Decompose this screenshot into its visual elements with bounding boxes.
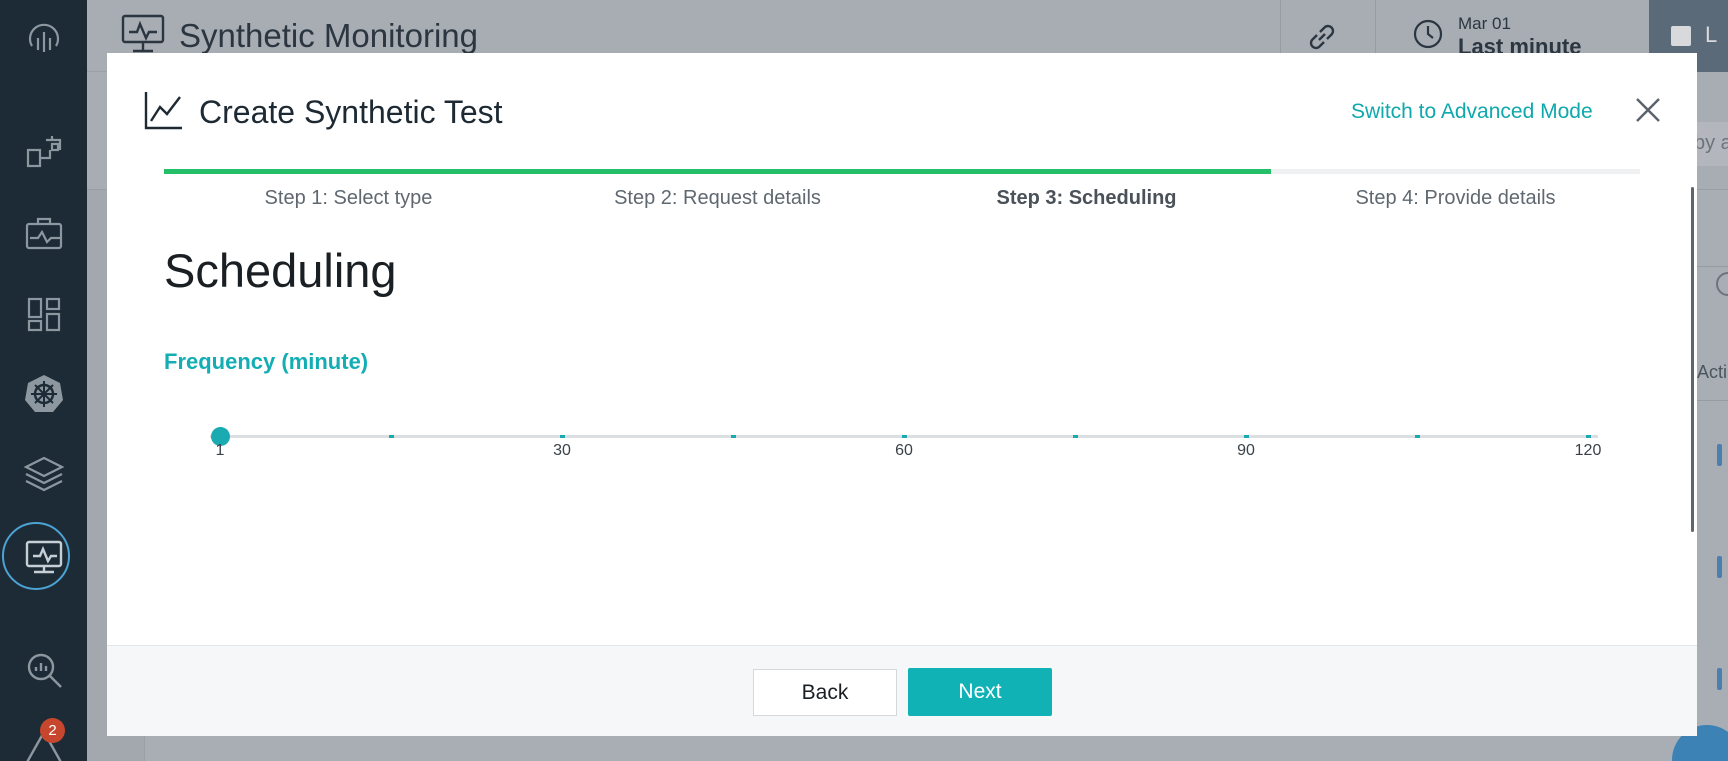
wizard-progress-bar: [164, 169, 1640, 174]
step-4-provide-details[interactable]: Step 4: Provide details: [1271, 187, 1640, 210]
wizard-progress-fill: [164, 169, 1271, 174]
slider-tick: [1586, 435, 1591, 438]
section-title: Scheduling: [164, 244, 397, 297]
app-title: Synthetic Monitoring: [179, 17, 478, 54]
link-icon[interactable]: [1303, 18, 1341, 56]
back-button[interactable]: Back: [753, 669, 897, 716]
applications-icon[interactable]: [0, 284, 87, 344]
table-divider: [1697, 266, 1728, 267]
switch-to-advanced-mode-link[interactable]: Switch to Advanced Mode: [1351, 100, 1593, 124]
logo-icon[interactable]: [0, 8, 87, 68]
synthetic-monitoring-icon[interactable]: [0, 526, 87, 586]
header-action-label: L: [1705, 22, 1718, 47]
step-1-select-type[interactable]: Step 1: Select type: [164, 187, 533, 210]
table-divider: [1697, 400, 1728, 401]
slider-scale-label: 90: [1237, 442, 1255, 459]
status-bar: [1717, 444, 1722, 466]
create-synthetic-test-modal: Create Synthetic Test Switch to Advanced…: [107, 53, 1697, 736]
slider-scale-label: 1: [215, 442, 225, 459]
modal-scrollbar[interactable]: [1691, 187, 1694, 532]
modal-footer: Back Next: [107, 645, 1697, 736]
dashboards-icon[interactable]: [0, 122, 87, 182]
slider-tick: [1415, 435, 1420, 438]
line-chart-icon: [144, 92, 182, 130]
left-nav: 2: [0, 0, 87, 761]
slider-tick: [389, 435, 394, 438]
step-3-scheduling[interactable]: Step 3: Scheduling: [902, 187, 1271, 210]
slider-scale-label: 120: [1574, 442, 1602, 459]
slider-scale-label: 60: [895, 442, 913, 459]
slider-tick: [1244, 435, 1249, 438]
checkbox[interactable]: [1671, 26, 1691, 46]
layers-icon[interactable]: [0, 444, 87, 504]
status-bar: [1717, 556, 1722, 578]
close-icon[interactable]: [1631, 93, 1665, 127]
slider-tick: [731, 435, 736, 438]
next-button[interactable]: Next: [908, 668, 1052, 716]
synthetic-monitoring-title-icon: [121, 14, 165, 53]
time-picker-date: Mar 01: [1458, 14, 1511, 33]
column-header-actions: Acti: [1697, 362, 1728, 382]
alerts-badge: 2: [40, 718, 65, 743]
slider-tick: [560, 435, 565, 438]
step-2-request-details[interactable]: Step 2: Request details: [533, 187, 902, 210]
slider-scale-label: 30: [553, 442, 571, 459]
status-bar: [1717, 668, 1722, 690]
kubernetes-icon[interactable]: [0, 364, 87, 424]
clock-icon: [1413, 19, 1443, 49]
modal-title: Create Synthetic Test: [199, 94, 503, 130]
infrastructure-icon[interactable]: [0, 204, 87, 264]
slider-tick: [1073, 435, 1078, 438]
slider-tick: [902, 435, 907, 438]
analyze-icon[interactable]: [0, 640, 87, 700]
frequency-label: Frequency (minute): [164, 349, 369, 374]
